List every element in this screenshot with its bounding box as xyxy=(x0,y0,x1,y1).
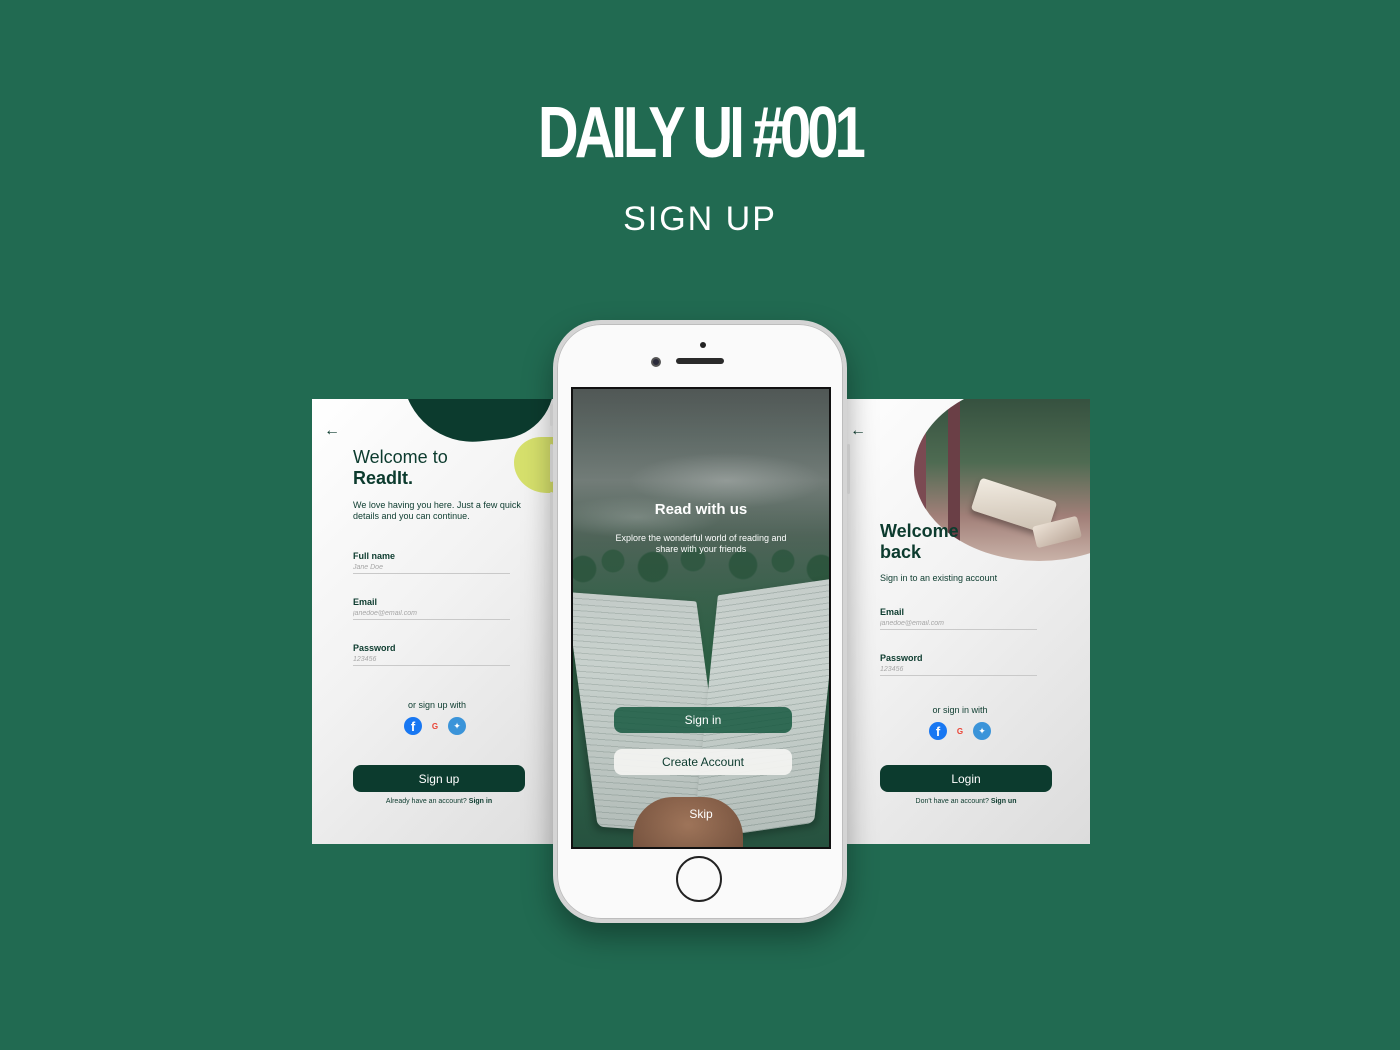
signup-prompt: Don't have an account? Sign un xyxy=(880,798,1052,805)
email-input[interactable] xyxy=(353,607,510,620)
volume-up-button xyxy=(550,444,553,482)
welcome-brand: ReadIt. xyxy=(353,468,414,488)
social-buttons: f G ✦ xyxy=(929,722,991,740)
login-email-input[interactable] xyxy=(880,617,1037,630)
signin-prompt-text: Already have an account? xyxy=(385,798,467,805)
email-label: Email xyxy=(353,597,378,607)
login-password-label: Password xyxy=(880,653,923,663)
back-arrow-icon[interactable]: ← xyxy=(324,423,340,439)
login-password-field: Password xyxy=(880,653,1037,676)
signin-link[interactable]: Sign in xyxy=(469,798,492,805)
welcome-back-heading: Welcome back xyxy=(880,521,959,563)
full-name-input[interactable] xyxy=(353,561,510,574)
intro-text: We love having you here. Just a few quic… xyxy=(353,500,521,521)
welcome-line1: Welcome to xyxy=(353,447,448,467)
splash-screen: Read with us Explore the wonderful world… xyxy=(571,387,831,849)
page-subtitle: SIGN UP xyxy=(623,200,777,238)
sensor-dot xyxy=(700,342,706,348)
phone-mockup: Read with us Explore the wonderful world… xyxy=(550,320,850,923)
power-button xyxy=(847,444,850,494)
mute-switch xyxy=(550,404,553,426)
twitter-icon[interactable]: ✦ xyxy=(973,722,991,740)
password-input[interactable] xyxy=(353,653,510,666)
home-button[interactable] xyxy=(676,856,722,902)
google-icon[interactable]: G xyxy=(430,717,440,735)
login-password-input[interactable] xyxy=(880,663,1037,676)
page-title: DAILY UI #001 xyxy=(538,93,866,173)
splash-subtitle: Explore the wonderful world of reading a… xyxy=(615,533,787,554)
social-signin-label: or sign in with xyxy=(932,705,988,715)
earpiece-speaker xyxy=(676,358,724,364)
social-signup-label: or sign up with xyxy=(407,700,467,710)
splash-signin-button[interactable]: Sign in xyxy=(614,707,792,733)
login-email-label: Email xyxy=(880,607,905,617)
social-buttons: f G ✦ xyxy=(404,717,466,735)
signup-link[interactable]: Sign un xyxy=(991,798,1017,805)
full-name-field: Full name xyxy=(353,551,510,574)
login-intro-text: Sign in to an existing account xyxy=(880,573,998,583)
welcome-back-line1: Welcome xyxy=(880,521,959,541)
facebook-icon[interactable]: f xyxy=(929,722,947,740)
full-name-label: Full name xyxy=(353,551,396,561)
front-camera xyxy=(651,357,661,367)
facebook-icon[interactable]: f xyxy=(404,717,422,735)
password-field: Password xyxy=(353,643,510,666)
login-screen: ← Welcome back Sign in to an existing ac… xyxy=(812,399,1090,844)
signup-screen: ← Welcome to ReadIt. We love having you … xyxy=(312,399,590,844)
skip-link[interactable]: Skip xyxy=(573,807,829,821)
signin-prompt: Already have an account? Sign in xyxy=(353,798,525,805)
login-email-field: Email xyxy=(880,607,1037,630)
email-field: Email xyxy=(353,597,510,620)
signup-prompt-text: Don't have an account? xyxy=(915,798,989,805)
create-account-button[interactable]: Create Account xyxy=(614,749,792,775)
welcome-heading: Welcome to ReadIt. xyxy=(353,447,448,489)
twitter-icon[interactable]: ✦ xyxy=(448,717,466,735)
splash-title: Read with us xyxy=(654,501,748,518)
signup-button[interactable]: Sign up xyxy=(353,765,525,792)
back-arrow-icon[interactable]: ← xyxy=(850,423,866,439)
welcome-back-line2: back xyxy=(880,542,922,562)
screen-overlay xyxy=(573,389,829,847)
google-icon[interactable]: G xyxy=(955,722,965,740)
login-button[interactable]: Login xyxy=(880,765,1052,792)
password-label: Password xyxy=(353,643,396,653)
volume-down-button xyxy=(550,492,553,530)
